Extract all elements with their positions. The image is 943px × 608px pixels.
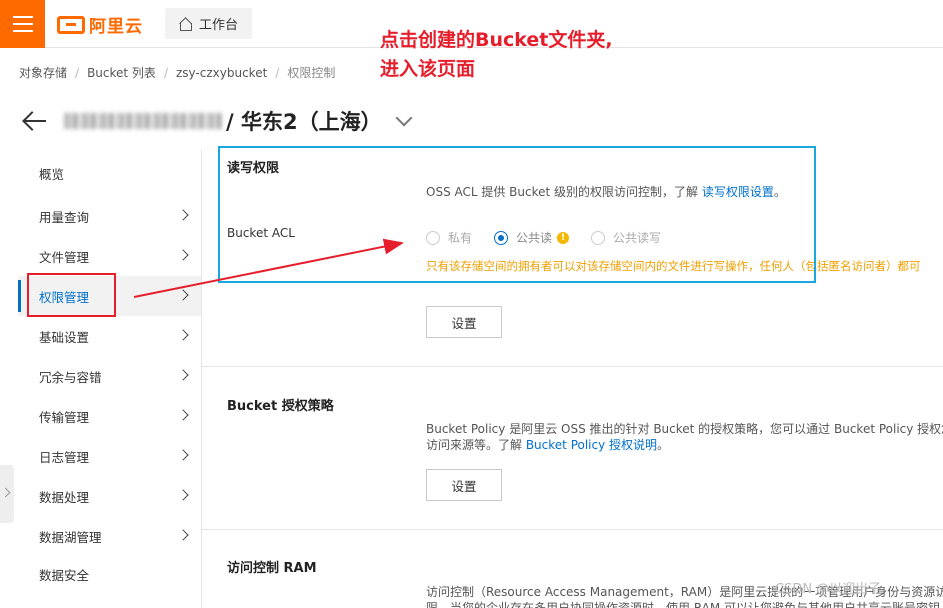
annotation-line-1: 点击创建的Bucket文件夹,	[380, 29, 613, 51]
sidebar: 概览 用量查询 文件管理 权限管理 基础设置 冗余与容错 传输管理 日志管理 数…	[18, 150, 202, 608]
annotation-line-2: 进入该页面	[380, 58, 476, 80]
sidebar-collapse-handle[interactable]	[0, 465, 14, 523]
sidebar-item-label: 数据处理	[39, 489, 90, 505]
breadcrumb-item-oss[interactable]: 对象存储	[19, 64, 67, 81]
sidebar-item-label: 数据安全	[39, 567, 90, 583]
breadcrumb-item-current: 权限控制	[287, 66, 336, 80]
sidebar-item-label: 用量查询	[39, 209, 90, 225]
chevron-right-icon	[177, 449, 189, 461]
sidebar-item-label: 基础设置	[39, 329, 90, 345]
annotation-blue-box	[218, 146, 816, 283]
chevron-right-icon	[177, 249, 189, 261]
chevron-right-icon	[177, 529, 189, 541]
sidebar-item-logs[interactable]: 日志管理	[18, 436, 201, 476]
chevron-right-icon	[177, 489, 189, 501]
policy-description-line-1: Bucket Policy 是阿里云 OSS 推出的针对 Bucket 的授权策…	[426, 422, 943, 436]
sidebar-item-label: 文件管理	[39, 249, 90, 265]
breadcrumb: 对象存储 / Bucket 列表 / zsy-czxybucket / 权限控制	[19, 64, 335, 81]
breadcrumb-separator: /	[163, 65, 168, 80]
workbench-label: 工作台	[199, 18, 239, 33]
section-divider	[202, 529, 943, 530]
sidebar-item-data-security[interactable]: 数据安全	[18, 554, 201, 594]
workbench-button[interactable]: 工作台	[165, 8, 253, 39]
ram-section-title: 访问控制 RAM	[227, 561, 317, 576]
sidebar-item-label: 日志管理	[39, 449, 90, 465]
page-title: / 华东2（上海）	[226, 110, 382, 134]
annotation-highlight-box	[27, 273, 116, 317]
policy-section-title: Bucket 授权策略	[227, 399, 334, 414]
sidebar-item-data-lake[interactable]: 数据湖管理	[18, 516, 201, 556]
chevron-down-icon[interactable]	[395, 109, 413, 127]
policy-desc-end: 。	[657, 438, 670, 452]
logo-mark-icon	[57, 15, 85, 34]
sidebar-item-redundancy[interactable]: 冗余与容错	[18, 356, 201, 396]
breadcrumb-item-bucket[interactable]: zsy-czxybucket	[176, 66, 267, 80]
home-icon	[179, 18, 192, 31]
annotation-text: 点击创建的Bucket文件夹, 进入该页面	[380, 26, 613, 84]
sidebar-item-label: 冗余与容错	[39, 369, 102, 385]
acl-settings-button[interactable]: 设置	[426, 306, 502, 338]
sidebar-item-label: 概览	[39, 166, 65, 182]
breadcrumb-separator: /	[75, 65, 80, 80]
logo-text: 阿里云	[89, 17, 143, 37]
policy-settings-button[interactable]: 设置	[426, 469, 502, 501]
chevron-right-icon	[177, 289, 189, 301]
watermark: CSDN @以迎出子	[775, 582, 882, 597]
chevron-right-icon	[177, 209, 189, 221]
chevron-right-icon	[177, 369, 189, 381]
sidebar-item-data-processing[interactable]: 数据处理	[18, 476, 201, 516]
policy-doc-link[interactable]: Bucket Policy 授权说明	[526, 438, 657, 452]
breadcrumb-separator: /	[275, 65, 280, 80]
chevron-right-icon	[177, 329, 189, 341]
sidebar-item-overview[interactable]: 概览	[18, 153, 201, 193]
sidebar-item-basic-settings[interactable]: 基础设置	[18, 316, 201, 356]
sidebar-item-label: 传输管理	[39, 409, 90, 425]
policy-description-line-2: 访问来源等。了解 Bucket Policy 授权说明。	[426, 437, 669, 453]
back-arrow-icon[interactable]	[22, 111, 48, 131]
page-title-row: / 华东2（上海）	[22, 104, 413, 138]
blurred-bucket-name	[64, 113, 222, 129]
sidebar-item-label: 数据湖管理	[39, 529, 102, 545]
breadcrumb-item-bucket-list[interactable]: Bucket 列表	[87, 64, 156, 81]
menu-icon[interactable]	[0, 0, 45, 48]
aliyun-logo[interactable]: 阿里云	[57, 12, 143, 37]
section-divider	[202, 366, 943, 367]
sidebar-item-transfer[interactable]: 传输管理	[18, 396, 201, 436]
policy-desc-text: 访问来源等。了解	[426, 438, 526, 452]
sidebar-item-usage[interactable]: 用量查询	[18, 196, 201, 236]
chevron-right-icon	[177, 409, 189, 421]
ram-description-line-2: 限，当您的企业存在多用户协同操作资源时，使用 RAM 可以让您避免与其他用户共享…	[426, 601, 941, 608]
sidebar-item-files[interactable]: 文件管理	[18, 236, 201, 276]
